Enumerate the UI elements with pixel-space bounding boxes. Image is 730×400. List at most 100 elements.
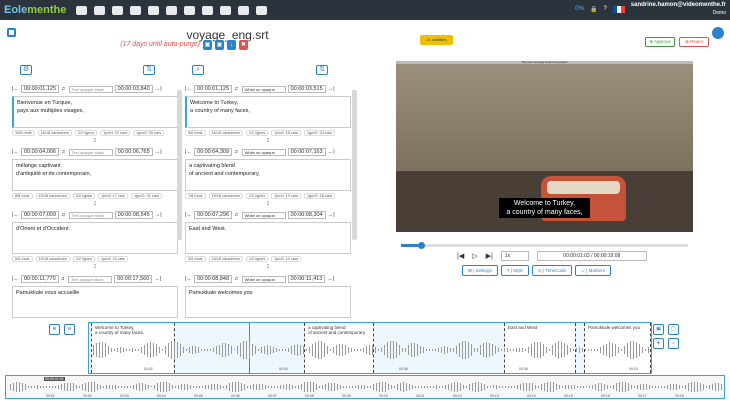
end-time-input[interactable]: 00:00:06,765 <box>114 148 153 156</box>
end-time-input[interactable]: 00:00:07,163 <box>287 148 326 156</box>
waveform-bar <box>583 386 584 388</box>
waveform-bar <box>294 344 295 356</box>
start-time-input[interactable]: 00:00:01,125 <box>20 85 60 93</box>
waveform-bar <box>243 341 244 359</box>
start-time-input[interactable]: 00:00:01,125 <box>193 85 233 93</box>
delete-button[interactable]: ✖ <box>239 40 248 50</box>
marker-button[interactable]: ● <box>653 338 664 349</box>
end-time-input[interactable]: 00:00:08,545 <box>114 211 153 219</box>
waveform-bar <box>453 348 454 352</box>
waveform-bar <box>463 385 464 389</box>
tab-timecode[interactable]: ⊙ | TimeCode <box>532 265 572 276</box>
style-select[interactable]: Text opaque black <box>68 148 113 156</box>
video-progress-bar[interactable] <box>401 242 688 249</box>
style-select[interactable]: White on opaque bla... <box>241 148 286 156</box>
waveform-bar <box>505 386 506 388</box>
dashboard-icon[interactable] <box>76 5 88 15</box>
start-time-input[interactable]: 00:00:08,848 <box>193 275 233 283</box>
waveform-bar <box>220 384 221 390</box>
help-icon[interactable]: ? <box>603 6 606 12</box>
reject-button[interactable]: ⊗ Reject <box>679 37 709 47</box>
progress-knob[interactable] <box>418 242 425 249</box>
save-as-button[interactable]: ▣ <box>215 40 224 50</box>
waveform-bar <box>616 383 617 391</box>
overview-tick: 00:07 <box>268 394 277 398</box>
waveform-bar <box>163 381 164 393</box>
speed-select[interactable]: 1x <box>500 251 529 261</box>
zoom-out-button[interactable]: ⊖ <box>64 324 75 335</box>
waveform-bar <box>390 340 391 360</box>
split-icon[interactable]: ↕ <box>12 263 178 270</box>
waveform-overview[interactable]: 00:00:01:03 00:01 00:02 00:03 00:04 00:05 00:… <box>5 375 725 399</box>
start-time-input[interactable]: 00:00:04,006 <box>20 148 60 156</box>
user-menu[interactable]: sandrine.hamon@videomenthe.fr Demo <box>631 1 726 17</box>
subtitle-text[interactable]: Pamukkale welcomes you <box>185 286 351 318</box>
waveform-bar <box>207 349 208 351</box>
binoculars-icon[interactable] <box>112 5 124 15</box>
chat-icon[interactable] <box>712 27 724 39</box>
subtitle-text[interactable]: East and West. <box>185 222 351 254</box>
waveform-bar <box>549 348 550 352</box>
waveform-bar <box>123 347 124 352</box>
mic-button[interactable]: ♪ <box>668 338 679 349</box>
start-time-input[interactable]: 00:00:07,296 <box>193 211 233 219</box>
end-time-input[interactable]: 00:00:03,840 <box>114 85 153 93</box>
style-select[interactable]: White on opaque bla... <box>241 275 286 283</box>
split-icon[interactable]: ↕ <box>12 137 178 144</box>
settings-icon[interactable] <box>94 5 106 15</box>
split-icon[interactable]: ↕ <box>12 200 178 207</box>
tab-markers[interactable]: ⊥ | Markers <box>575 265 611 276</box>
approve-button[interactable]: ⊕ Approve <box>645 37 675 47</box>
waveform-bar <box>694 381 695 393</box>
subtitle-text[interactable]: Bienvenue en Turquie, pays aux multiples… <box>12 96 178 128</box>
end-time-input[interactable]: 00:00:08,304 <box>287 211 326 219</box>
flag-uk-icon[interactable] <box>612 5 625 13</box>
waveform-settings-button[interactable]: ▣ <box>653 324 664 335</box>
waveform-editor[interactable]: Welcome to Turkey, a country of many face… <box>88 322 652 374</box>
play-icon[interactable]: ▷ <box>472 252 477 260</box>
skip-forward-icon[interactable]: ▶| <box>486 252 493 260</box>
tab-settings[interactable]: ⊞ | Settings <box>462 265 498 276</box>
fullscreen-icon[interactable] <box>7 28 16 37</box>
style-select[interactable]: Text opaque black <box>68 211 113 219</box>
save-button[interactable]: ▣ <box>203 40 212 50</box>
zoom-in-button[interactable]: ⊕ <box>49 324 60 335</box>
end-time-input[interactable]: 00:00:11,413 <box>287 275 326 283</box>
start-time-input[interactable]: 00:00:11,770 <box>20 275 59 283</box>
end-time-input[interactable]: 00:00:17,560 <box>114 275 153 283</box>
waveform-bar <box>445 384 446 390</box>
subtitle-text[interactable]: Pamukkale vous accueille <box>12 286 178 318</box>
subtitle-text[interactable]: Welcome to Turkey, a country of many fac… <box>185 96 351 128</box>
video-player[interactable]: The user viewing 4 bar the position Welc… <box>396 61 693 232</box>
users-icon[interactable] <box>238 5 250 15</box>
speed-icon[interactable] <box>148 5 160 15</box>
end-time-input[interactable]: 00:00:03,515 <box>287 85 326 93</box>
upload-icon[interactable] <box>130 5 142 15</box>
start-time-input[interactable]: 00:00:07,009 <box>20 211 60 219</box>
tab-style[interactable]: T | Style <box>500 265 530 276</box>
download-button[interactable]: ↓ <box>227 40 236 50</box>
list-icon[interactable] <box>220 5 232 15</box>
lock-icon[interactable]: 🔒 <box>590 6 597 13</box>
style-select[interactable]: White on opaque bla... <box>241 211 286 219</box>
comment-button[interactable]: ▢ <box>668 324 679 335</box>
start-time-input[interactable]: 00:00:04,309 <box>193 148 233 156</box>
split-icon[interactable]: ↕ <box>185 200 351 207</box>
chart-icon[interactable] <box>184 5 196 15</box>
split-icon[interactable]: ↕ <box>185 137 351 144</box>
style-select[interactable]: Text opaque black <box>68 275 113 283</box>
copy-icon[interactable] <box>256 5 268 15</box>
heart-icon[interactable] <box>202 5 214 15</box>
table-icon[interactable] <box>166 5 178 15</box>
waveform-bar <box>520 384 521 390</box>
subtitle-text[interactable]: a captivating blend of ancient and conte… <box>185 159 351 191</box>
style-select[interactable]: White on opaque bla... <box>241 85 286 93</box>
split-icon[interactable]: ↕ <box>185 263 351 270</box>
subtitle-text[interactable]: mélange captivant d'antiquité et de cont… <box>12 159 178 191</box>
style-select[interactable]: Text opaque black <box>68 85 113 93</box>
skip-back-icon[interactable]: |◀ <box>457 252 464 260</box>
waveform-bar <box>556 383 557 391</box>
target-scrollbar[interactable] <box>352 90 357 240</box>
app-logo[interactable]: Eolementhe <box>4 4 66 16</box>
subtitle-text[interactable]: d'Orient et d'Occident. <box>12 222 178 254</box>
